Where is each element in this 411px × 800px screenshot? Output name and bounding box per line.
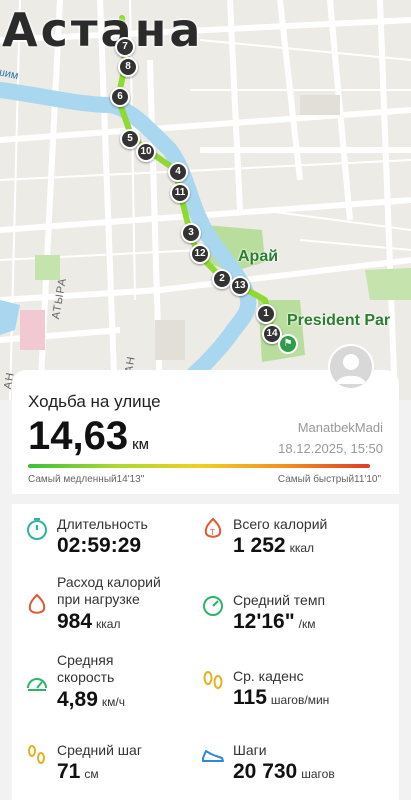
svg-text:T: T: [210, 528, 215, 537]
stat-value: 4,89: [57, 688, 98, 711]
stat-value: 20 730: [233, 760, 298, 783]
km-marker[interactable]: 11: [170, 183, 190, 203]
finish-flag-icon[interactable]: ⚑: [278, 334, 298, 354]
distance-number: 14,63: [28, 414, 129, 458]
workout-summary-card: Ходьба на улице 14,63 км ManatbekMadi 18.…: [12, 370, 399, 800]
stat-label: Всего калорий: [233, 516, 328, 532]
slowest-pace: Самый медленный14'13": [28, 474, 145, 485]
stat-value-row: 71 см: [57, 760, 99, 784]
stat-duration: Длительность 02:59:29: [24, 516, 204, 566]
stat-value: 984: [57, 610, 93, 633]
fastest-pace: Самый быстрый11'10": [277, 474, 381, 485]
stat-value-row: 20 730 шагов: [233, 760, 335, 784]
stat-value: 115: [233, 686, 267, 709]
stat-value-row: 12'16"/км: [233, 610, 316, 634]
park-label: Арай: [238, 248, 279, 265]
km-marker[interactable]: 8: [118, 57, 138, 77]
km-marker[interactable]: 7: [115, 37, 135, 57]
stat-label: Длительность: [57, 516, 148, 532]
stat-label-line2: скорость: [57, 669, 115, 685]
stat-value: 02:59:29: [57, 534, 142, 557]
gauge-icon: [27, 678, 47, 691]
stat-unit: см: [84, 767, 99, 781]
section-divider: [12, 494, 399, 504]
pace-gradient-bar: [28, 464, 370, 468]
stat-unit: шагов/мин: [270, 693, 330, 707]
stat-value: 1 252: [233, 534, 286, 557]
park2-label: President Par: [287, 312, 391, 329]
calories-flame-icon: T: [204, 517, 222, 538]
avatar[interactable]: [328, 344, 374, 390]
km-marker[interactable]: 4: [168, 162, 188, 182]
stat-label-line1: Расход калорий: [57, 574, 161, 590]
distance-value: 14,63 км: [28, 414, 149, 459]
route-map[interactable]: Астана шим Арай President Par АТЫРА АН А…: [0, 0, 411, 400]
stat-active-calories: Расход калорий при нагрузке 984 ккал: [24, 574, 204, 644]
stat-unit: км/ч: [101, 695, 125, 709]
stat-label: Средний темп: [233, 592, 326, 608]
workout-datetime: 18.12.2025, 15:50: [278, 441, 383, 456]
stat-value-row: 4,89 км/ч: [57, 688, 125, 712]
footprints-icon: [203, 671, 223, 689]
distance-unit: км: [132, 436, 149, 453]
stat-unit: ккал: [96, 617, 121, 631]
stat-value: 71: [57, 760, 81, 783]
stat-value: 12'16": [233, 610, 295, 633]
stat-value-row: 984 ккал: [57, 610, 121, 634]
stat-unit: ккал: [289, 541, 315, 555]
km-marker[interactable]: 12: [190, 244, 210, 264]
stat-unit: шагов: [301, 767, 335, 781]
stat-label: Шаги: [233, 742, 267, 758]
stat-label-line2: при нагрузке: [57, 591, 140, 607]
stat-label: Средний шаг: [57, 742, 142, 758]
stat-avg-pace: Средний темп 12'16"/км: [200, 592, 390, 642]
stat-cadence: Ср. каденс 115 шагов/мин: [200, 668, 390, 718]
km-marker[interactable]: 13: [230, 276, 250, 296]
workout-type: Ходьба на улице: [28, 392, 161, 411]
stat-value-row: 115 шагов/мин: [233, 686, 329, 710]
km-marker[interactable]: 1: [256, 304, 276, 324]
stat-label: Ср. каденс: [233, 668, 304, 684]
stat-unit: /км: [298, 617, 316, 631]
stat-value-row: 1 252 ккал: [233, 534, 314, 558]
stat-label-line1: Средняя: [57, 652, 114, 668]
stat-total-calories: T Всего калорий 1 252 ккал: [200, 516, 390, 566]
speedometer-icon: [203, 596, 223, 616]
footsteps-icon: [28, 745, 45, 764]
km-marker[interactable]: 3: [181, 223, 201, 243]
stopwatch-icon: [27, 518, 47, 540]
stat-label: Средняя скорость: [57, 652, 114, 686]
user-silhouette-icon: [336, 354, 366, 384]
stat-label: Расход калорий при нагрузке: [57, 574, 161, 608]
username: ManatbekMadi: [297, 420, 383, 435]
km-marker[interactable]: 2: [212, 269, 232, 289]
shoe-icon: [202, 750, 224, 762]
stat-steps: Шаги 20 730 шагов: [200, 742, 390, 792]
stat-avg-speed: Средняя скорость 4,89 км/ч: [24, 652, 204, 722]
map-canvas: [0, 0, 411, 400]
km-marker[interactable]: 10: [136, 142, 156, 162]
km-marker[interactable]: 6: [110, 87, 130, 107]
city-name: Астана: [2, 3, 204, 57]
flame-icon: [28, 593, 46, 614]
stat-stride: Средний шаг 71 см: [24, 742, 204, 792]
